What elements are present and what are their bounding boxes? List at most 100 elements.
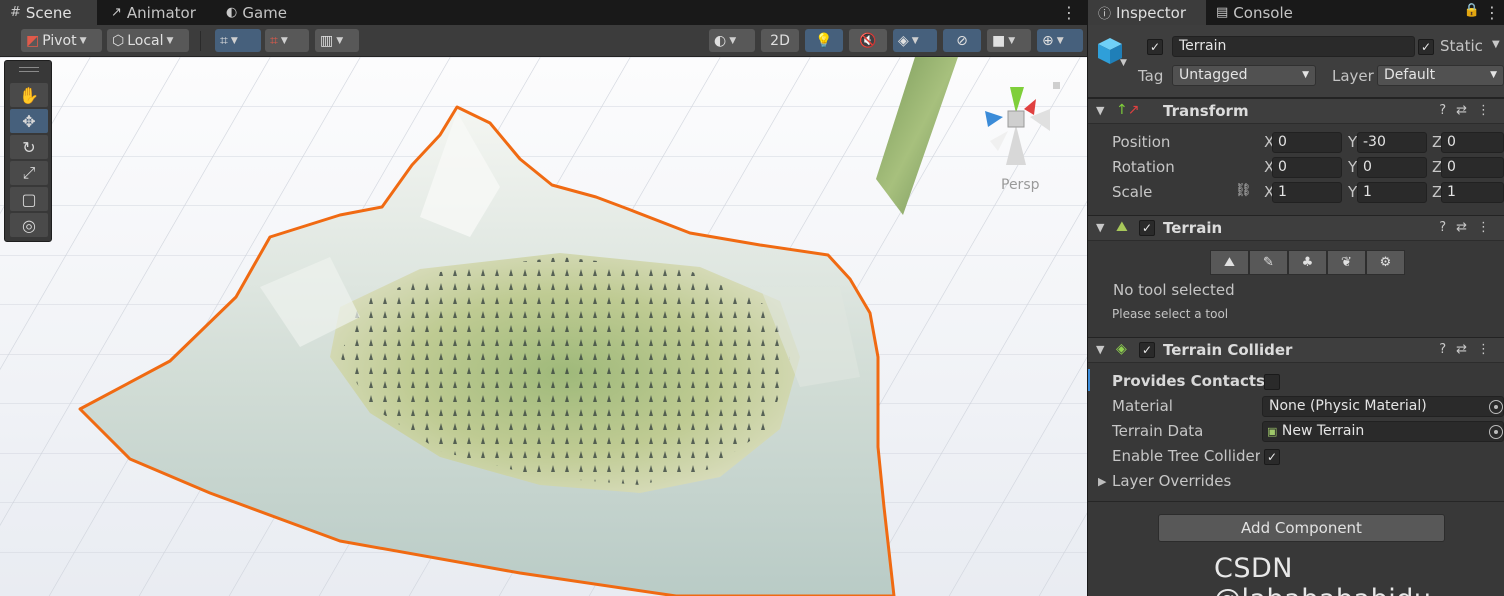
inspector-menu-icon[interactable]: ⋮ (1484, 3, 1500, 22)
foldout-open-icon[interactable]: ▼ (1096, 343, 1104, 356)
gizmos-button[interactable]: ⊕ ▼ (1037, 29, 1083, 52)
hand-tool-button[interactable]: ✋ (10, 83, 48, 107)
chevron-down-icon: ▼ (166, 35, 174, 46)
2d-toggle[interactable]: 2D (761, 29, 799, 52)
position-z-field[interactable]: 0 (1441, 132, 1504, 153)
enable-tree-colliders-checkbox[interactable]: ✓ (1264, 449, 1280, 465)
rotate-icon: ↻ (22, 137, 36, 157)
rotation-x-field[interactable]: 0 (1272, 157, 1342, 178)
pivot-dropdown[interactable]: ◩ Pivot ▼ (21, 29, 102, 52)
terrain-collider-title: Terrain Collider (1163, 341, 1293, 359)
hidden-objects-toggle[interactable]: ⊘ (943, 29, 981, 52)
brush-icon: ✎ (1263, 255, 1274, 270)
scale-x-field[interactable]: 1 (1272, 182, 1342, 203)
position-y-field[interactable]: -30 (1357, 132, 1427, 153)
local-dropdown[interactable]: ⬡ Local ▼ (107, 29, 189, 52)
active-checkbox[interactable]: ✓ (1147, 39, 1163, 55)
provides-contacts-checkbox[interactable] (1264, 374, 1280, 390)
material-field[interactable]: None (Physic Material) (1262, 396, 1504, 417)
paint-terrain-button[interactable]: ✎ (1249, 250, 1288, 275)
scene-toolbar: ◩ Pivot ▼ ⬡ Local ▼ ⌗ ▼ ⌗ ▼ ▥ ▼ ◐ ▼ 2D 💡… (0, 25, 1087, 57)
lighting-toggle[interactable]: 💡 (805, 29, 843, 52)
tag-dropdown[interactable]: Untagged ▼ (1172, 65, 1316, 86)
material-label: Material (1112, 397, 1173, 415)
tool-palette: ✋ ✥ ↻ ⤢ ▢ ◎ (4, 60, 52, 242)
terrain-data-field[interactable]: ▣ New Terrain (1262, 421, 1504, 442)
scene-viewport[interactable]: Persp (0, 57, 1087, 596)
draw-mode-button[interactable]: ◐ ▼ (709, 29, 755, 52)
object-picker-icon[interactable] (1489, 400, 1503, 414)
preset-icon[interactable]: ⇄ (1456, 342, 1477, 357)
hand-icon: ✋ (19, 85, 39, 105)
inspector-tabbar: ⓘ Inspector ▤ Console 🔒 ⋮ (1088, 0, 1504, 25)
grid-snap-button[interactable]: ⌗ ▼ (215, 29, 261, 52)
enable-tree-colliders-label: Enable Tree Colliders (1112, 447, 1260, 465)
tab-console[interactable]: ▤ Console (1206, 0, 1303, 25)
terrain-settings-button[interactable]: ⚙ (1366, 250, 1405, 275)
gameobject-name-input[interactable]: Terrain (1172, 36, 1415, 57)
terrain-collider-header[interactable]: ▼ ◈ ✓ Terrain Collider ?⇄⋮ (1088, 337, 1504, 363)
rotation-z-field[interactable]: 0 (1441, 157, 1504, 178)
lock-icon[interactable]: 🔒 (1464, 3, 1480, 18)
tab-animator[interactable]: ↗ Animator (101, 0, 206, 25)
help-icon[interactable]: ? (1439, 342, 1456, 357)
static-checkbox[interactable]: ✓ (1418, 39, 1434, 55)
ruler-button[interactable]: ▥ ▼ (315, 29, 359, 52)
local-label: Local (127, 32, 164, 49)
position-x-field[interactable]: 0 (1272, 132, 1342, 153)
chevron-down-icon: ▼ (911, 35, 919, 46)
effects-toggle[interactable]: ◈ ▼ (893, 29, 937, 52)
material-value: None (Physic Material) (1269, 398, 1427, 414)
chevron-down-icon[interactable]: ▼ (1492, 39, 1500, 50)
tree-icon: ♣ (1301, 255, 1314, 270)
tab-scene[interactable]: # Scene (0, 0, 97, 25)
chevron-down-icon: ▼ (1056, 35, 1064, 46)
kebab-icon[interactable]: ⋮ (1477, 103, 1500, 118)
help-icon[interactable]: ? (1439, 220, 1456, 235)
create-neighbor-terrain-button[interactable]: ⛰ (1210, 250, 1249, 275)
scene-menu-icon[interactable]: ⋮ (1061, 3, 1077, 22)
transform-component-header[interactable]: ▼ ↑↗ Transform ?⇄⋮ (1088, 98, 1504, 124)
rotate-tool-button[interactable]: ↻ (10, 135, 48, 159)
preset-icon[interactable]: ⇄ (1456, 103, 1477, 118)
rect-tool-button[interactable]: ▢ (10, 187, 48, 211)
foldout-open-icon[interactable]: ▼ (1096, 221, 1104, 234)
collider-enabled-checkbox[interactable]: ✓ (1139, 342, 1155, 358)
preset-icon[interactable]: ⇄ (1456, 220, 1477, 235)
component-actions: ?⇄⋮ (1439, 342, 1500, 357)
terrain-asset-icon: ▣ (1267, 425, 1278, 438)
scale-tool-button[interactable]: ⤢ (10, 161, 48, 185)
kebab-icon[interactable]: ⋮ (1477, 342, 1500, 357)
rotation-y-field[interactable]: 0 (1357, 157, 1427, 178)
drag-handle-icon[interactable] (19, 67, 39, 72)
chevron-down-icon[interactable]: ▼ (1120, 58, 1127, 68)
scale-z-field[interactable]: 1 (1441, 182, 1504, 203)
constrain-proportions-icon[interactable]: ⛓ (1235, 183, 1252, 198)
scale-y-field[interactable]: 1 (1357, 182, 1427, 203)
foldout-closed-icon[interactable]: ▶ (1098, 475, 1106, 488)
tab-console-label: Console (1233, 3, 1293, 22)
tab-game[interactable]: ◐ Game (216, 0, 297, 25)
terrain-enabled-checkbox[interactable]: ✓ (1139, 220, 1155, 236)
paint-details-button[interactable]: ❦ (1327, 250, 1366, 275)
camera-settings-button[interactable]: ■ ▼ (987, 29, 1031, 52)
foldout-open-icon[interactable]: ▼ (1096, 104, 1104, 117)
kebab-icon[interactable]: ⋮ (1477, 220, 1500, 235)
layer-dropdown[interactable]: Default ▼ (1377, 65, 1504, 86)
audio-toggle[interactable]: 🔇 (849, 29, 887, 52)
ruler-icon: ▥ (320, 32, 334, 49)
transform-tool-button[interactable]: ◎ (10, 213, 48, 237)
paint-trees-button[interactable]: ♣ (1288, 250, 1327, 275)
add-component-button[interactable]: Add Component (1158, 514, 1445, 542)
terrain-component-header[interactable]: ▼ ⛰ ✓ Terrain ?⇄⋮ (1088, 215, 1504, 241)
terrain-data-label: Terrain Data (1112, 422, 1204, 440)
camera-projection-label[interactable]: Persp (1001, 177, 1040, 193)
animator-icon: ↗ (111, 5, 122, 20)
object-picker-icon[interactable] (1489, 425, 1503, 439)
move-tool-button[interactable]: ✥ (10, 109, 48, 133)
eye-slash-icon: ⊘ (956, 32, 968, 49)
layer-overrides-label[interactable]: Layer Overrides (1112, 472, 1231, 490)
increment-snap-button[interactable]: ⌗ ▼ (265, 29, 309, 52)
tab-inspector[interactable]: ⓘ Inspector (1088, 0, 1206, 25)
help-icon[interactable]: ? (1439, 103, 1456, 118)
